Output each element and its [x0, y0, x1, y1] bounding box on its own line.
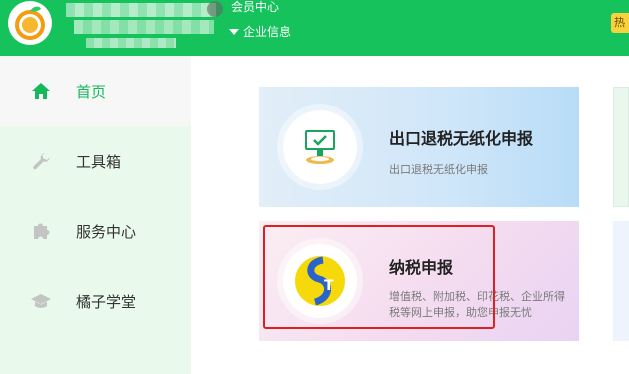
home-icon — [30, 80, 52, 102]
hot-badge[interactable]: 热 — [611, 13, 629, 33]
highlight-box — [263, 225, 495, 329]
member-center-link[interactable]: 会员中心 — [231, 0, 279, 15]
graduation-cap-icon — [30, 290, 52, 312]
blurred-account-detail — [86, 38, 176, 48]
partial-card-right-top[interactable] — [613, 87, 629, 207]
avatar[interactable] — [207, 1, 223, 17]
sidebar: 首页 工具箱 服务中心 橘子学堂 — [0, 56, 191, 374]
sidebar-item-home[interactable]: 首页 — [0, 56, 191, 126]
monitor-check-icon — [283, 110, 357, 184]
sidebar-item-toolbox[interactable]: 工具箱 — [0, 126, 191, 196]
blurred-company-name — [66, 3, 216, 17]
sidebar-item-orange-academy[interactable]: 橘子学堂 — [0, 266, 191, 336]
export-tax-refund-card[interactable]: 出口退税无纸化申报 出口退税无纸化申报 — [259, 87, 579, 207]
sidebar-item-label: 服务中心 — [76, 222, 137, 241]
card-description: 出口退税无纸化申报 — [389, 163, 488, 176]
sidebar-item-label: 橘子学堂 — [76, 292, 137, 311]
company-info-dropdown[interactable]: 企业信息 — [229, 23, 291, 40]
top-header: 会员中心 企业信息 热 — [0, 0, 629, 56]
blurred-account-info — [74, 20, 214, 34]
sidebar-item-label: 首页 — [76, 82, 107, 101]
wrench-icon — [30, 150, 52, 172]
sidebar-item-label: 工具箱 — [76, 152, 122, 171]
caret-down-icon — [229, 28, 239, 35]
partial-card-right-bottom[interactable] — [613, 221, 629, 341]
card-title: 出口退税无纸化申报 — [389, 129, 534, 148]
puzzle-icon — [30, 220, 52, 242]
orange-logo-icon[interactable] — [8, 1, 52, 45]
sidebar-item-service-center[interactable]: 服务中心 — [0, 196, 191, 266]
company-info-label: 企业信息 — [243, 25, 292, 39]
